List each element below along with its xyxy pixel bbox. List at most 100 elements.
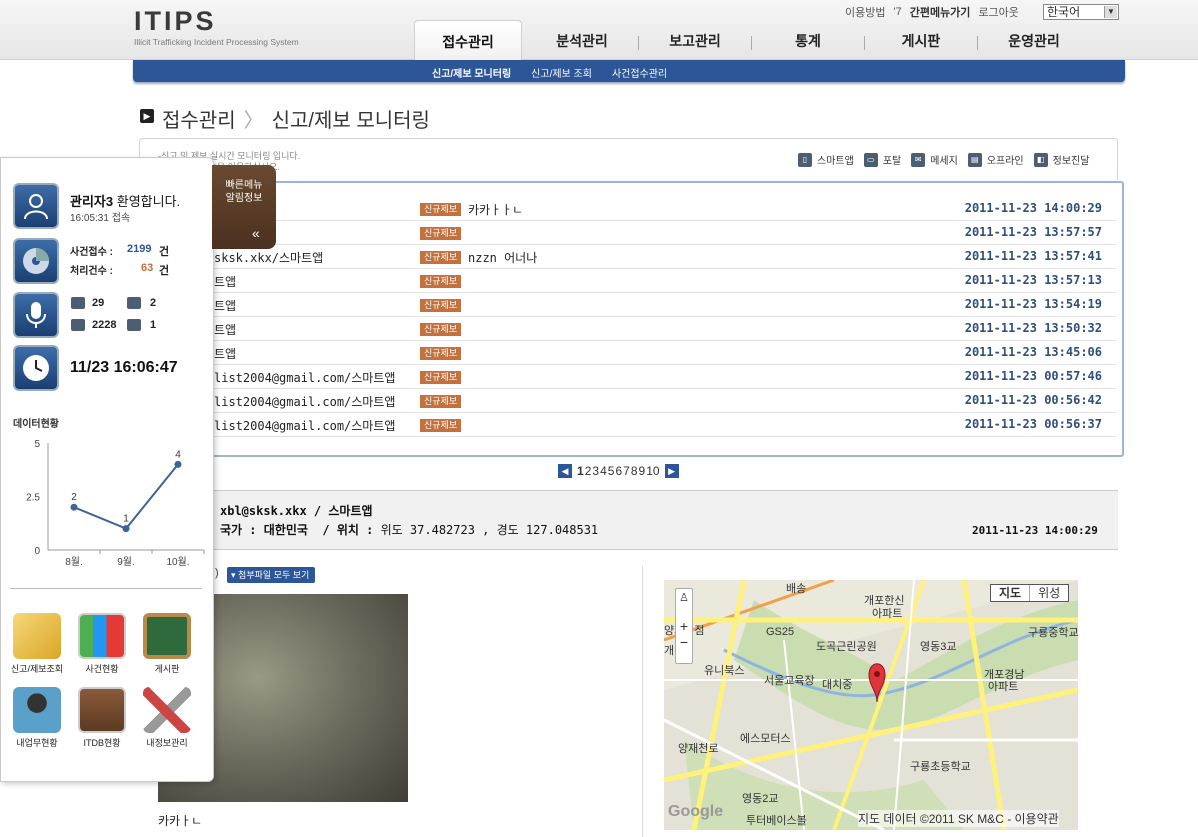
map-type-satellite[interactable]: 위성 [1030, 585, 1068, 601]
processed-count-label: 처리건수 : [70, 266, 113, 277]
map-type-map[interactable]: 지도 [991, 585, 1031, 601]
page-number[interactable]: 2 [585, 464, 592, 478]
page-number[interactable]: 4 [600, 464, 607, 478]
table-row[interactable]: sksk.xkx/스마트앱 신규제보 nzzn 어너나 2011-11-23 13:5… [214, 245, 1116, 269]
page-number[interactable]: 10 [646, 464, 659, 478]
table-row[interactable]: 트앱 신규제보 2011-11-23 13:54:19 [214, 293, 1116, 317]
prev-page-icon[interactable]: ◀ [558, 464, 572, 478]
portal-count[interactable]: 29 [92, 297, 104, 309]
view-all-attachments-button[interactable]: ▾ 첨부파일 모두 보기 [227, 567, 316, 583]
pegman-icon[interactable]: ♙ [676, 591, 692, 604]
collapse-icon[interactable]: « [252, 226, 260, 240]
panel-divider [10, 588, 202, 589]
page-number[interactable]: 7 [623, 464, 630, 478]
tab-report[interactable]: 보고관리 [639, 20, 751, 60]
map-label: 양재천로 [678, 743, 719, 755]
page-number[interactable]: 6 [615, 464, 622, 478]
mail-icon: ✉ [911, 152, 926, 167]
breadcrumb-separator-icon: 〉 [243, 110, 264, 132]
disc-icon [13, 238, 59, 284]
page-number[interactable]: 9 [639, 464, 646, 478]
data-label: 2 [71, 492, 77, 503]
subnav-search[interactable]: 신고/제보 조회 [531, 65, 592, 80]
mail-icon [127, 297, 141, 309]
link-logout[interactable]: 로그아웃 [978, 4, 1018, 20]
table-row[interactable]: list2004@gmail.com/스마트앱 신규제보 2011-11-23 00… [214, 413, 1116, 437]
table-row[interactable]: 스마트앱신규제보카카ㅏㅏㄴ2011-11-23 14:00:29 [214, 197, 1116, 221]
detail-source: xbl@sksk.xkx / 스마트앱 [220, 504, 373, 518]
status-badge: 신규제보 [420, 347, 462, 360]
user-icon [13, 183, 59, 229]
map-zoom-control[interactable]: ♙ + − [675, 588, 693, 664]
smartapp-count[interactable]: 2228 [92, 319, 116, 331]
link-quickmenu[interactable]: 간편메뉴가기 [910, 4, 971, 20]
page-number[interactable]: 5 [608, 464, 615, 478]
table-row[interactable]: 트앱 신규제보 2011-11-23 13:57:13 [214, 269, 1116, 293]
map-label: 구룡초등학교 [910, 761, 971, 773]
detail-header [139, 490, 1118, 550]
quick-icon-label: 신고/제보조회 [10, 664, 64, 674]
legend-message: ✉ 메세지 [911, 152, 958, 167]
row-time: 2011-11-23 13:54:19 [964, 297, 1102, 311]
app-logo[interactable]: ITIPS [134, 6, 217, 37]
quick-my-tasks[interactable]: 내업무현황 [5, 687, 69, 749]
page-number[interactable]: 1 [577, 464, 584, 478]
app-logo-subtitle: Illicit Trafficking Incident Processing … [134, 37, 299, 47]
table-row[interactable]: 스마트앱신규제보2011-11-23 13:57:57 [214, 221, 1116, 245]
legend-label: 정보진달 [1052, 156, 1090, 167]
quick-my-info[interactable]: 내정보관리 [135, 687, 199, 749]
next-page-icon[interactable]: ▶ [664, 464, 679, 478]
zoom-out-icon[interactable]: − [676, 634, 692, 650]
tab-operation[interactable]: 운영관리 [978, 20, 1090, 60]
row-message: 카카ㅏㅏㄴ [468, 203, 524, 217]
status-badge: 신규제보 [420, 275, 462, 288]
page-number[interactable]: 3 [592, 464, 599, 478]
zoom-in-icon[interactable]: + [676, 618, 692, 634]
quick-itdb-status[interactable]: ITDB현황 [70, 687, 134, 749]
offline-count[interactable]: 1 [150, 319, 156, 331]
quick-tab-label: 빠른메뉴 알림정보 [225, 180, 263, 204]
quick-menu-tab[interactable]: 빠른메뉴 알림정보 « [212, 165, 276, 249]
map-label: 영동3교 [920, 641, 957, 653]
current-time: 11/23 16:06:47 [70, 359, 178, 376]
microphone-icon [13, 292, 59, 338]
data-point [70, 503, 78, 511]
legend-label: 포탈 [882, 156, 902, 167]
tab-statistics[interactable]: 통계 [752, 20, 864, 60]
row-time: 2011-11-23 00:56:42 [964, 393, 1102, 407]
smartphone-icon [71, 319, 85, 331]
table-row[interactable]: list2004@gmail.com/스마트앱 신규제보 2011-11-23 00… [214, 389, 1116, 413]
subnav-monitoring[interactable]: 신고/제보 모니터링 [432, 65, 511, 80]
tab-board[interactable]: 게시판 [865, 20, 977, 60]
subnav-case[interactable]: 사건접수관리 [612, 65, 667, 80]
map-label: 에스모터스 [740, 733, 791, 745]
map-label: 유니북스 [704, 665, 745, 677]
table-row[interactable]: 트앱 신규제보 2011-11-23 13:50:32 [214, 317, 1116, 341]
link-help[interactable]: 이용방법 [845, 4, 885, 20]
data-status-title: 데이터현황 [13, 419, 59, 430]
tools-icon [143, 687, 191, 733]
processed-count-value[interactable]: 63 [141, 262, 153, 274]
dropdown-icon: ▾ [231, 570, 236, 580]
x-tick-label: 10월. [166, 556, 189, 568]
page-number[interactable]: 8 [631, 464, 638, 478]
quick-report-search[interactable]: 신고/제보조회 [5, 613, 69, 675]
location-map[interactable] [664, 580, 1078, 830]
legend-info: ◧ 정보진달 [1033, 152, 1090, 167]
status-badge: 신규제보 [420, 323, 462, 336]
status-badge: 신규제보 [420, 371, 462, 384]
table-row[interactable]: 트앱 신규제보 2011-11-23 13:45:06 [214, 341, 1116, 365]
tab-analysis[interactable]: 분석관리 [526, 20, 638, 60]
y-tick-label: 5 [34, 439, 40, 450]
quick-board[interactable]: 게시판 [135, 613, 199, 675]
title-bullet-icon: ▶ [140, 109, 154, 123]
case-count-value[interactable]: 2199 [127, 243, 151, 255]
table-row[interactable]: list2004@gmail.com/스마트앱 신규제보 2011-11-23 00… [214, 365, 1116, 389]
info-icon: ◧ [1033, 152, 1048, 167]
tab-reception[interactable]: 접수관리 [414, 20, 522, 60]
map-attribution[interactable]: 지도 데이터 ©2011 SK M&C - 이용약관 [858, 810, 1059, 827]
quick-case-status[interactable]: 사건현황 [70, 613, 134, 675]
status-badge: 신규제보 [420, 419, 462, 432]
language-select[interactable]: 한국어 ▼ [1043, 4, 1119, 20]
message-count[interactable]: 2 [150, 297, 156, 309]
